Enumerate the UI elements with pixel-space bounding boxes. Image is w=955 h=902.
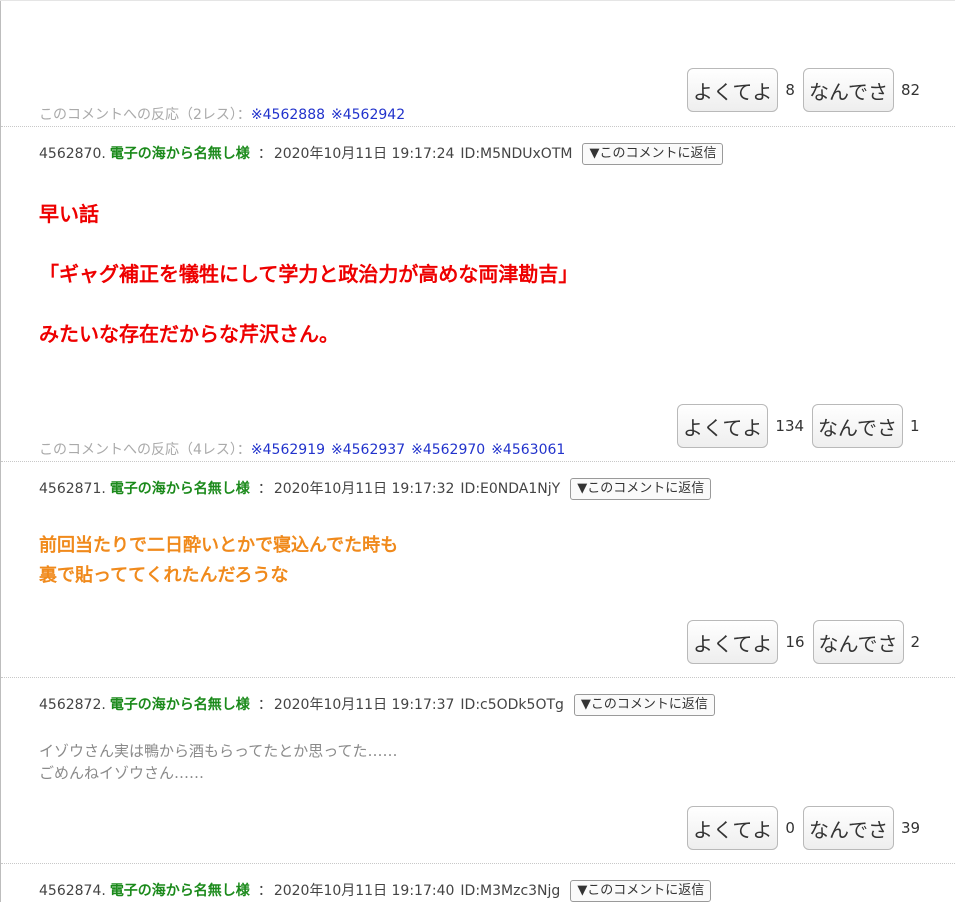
good-count: 0 [785, 819, 795, 837]
comment-author: 電子の海から名無し様 [109, 697, 250, 713]
bad-count: 1 [910, 417, 920, 435]
comment-id: ID:E0NDA1NjY [460, 481, 561, 497]
comment-header: 4562872. 電子の海から名無し様 ： 2020年10月11日 19:17:37 I… [39, 694, 715, 716]
bad-button[interactable]: なんでさ [802, 806, 894, 850]
comment-divider [1, 677, 955, 678]
reaction-link[interactable]: ※4562937 [331, 442, 405, 458]
comment-divider [1, 126, 955, 127]
reaction-link[interactable]: ※4562888 [251, 107, 325, 123]
comment-date: 2020年10月11日 19:17:40 [273, 883, 455, 899]
comment-text-line: イゾウさん実は鴨から酒もらってたとか思ってた…… [39, 742, 398, 760]
bad-button[interactable]: なんでさ [812, 620, 904, 664]
comment-header: 4562870. 電子の海から名無し様 ： 2020年10月11日 19:17:24 I… [39, 143, 724, 165]
comment-date: 2020年10月11日 19:17:32 [273, 481, 455, 497]
comment-number: 4562872. [39, 697, 106, 713]
bad-count: 39 [900, 819, 921, 837]
bad-count: 82 [900, 81, 921, 99]
reaction-label: このコメントへの反応（4レス）： [39, 442, 251, 458]
page-left-border [0, 0, 1, 902]
bad-button[interactable]: なんでさ [812, 404, 904, 448]
header-separator: ： [257, 481, 272, 497]
comment-date: 2020年10月11日 19:17:24 [273, 146, 455, 162]
comment-text-line: 「ギャグ補正を犠牲にして学力と政治力が高めな両津勘吉」 [39, 262, 579, 286]
comment-number: 4562870. [39, 146, 106, 162]
reply-button[interactable]: ▼このコメントに返信 [573, 694, 715, 716]
comment-divider [1, 863, 955, 864]
comment-number: 4562874. [39, 883, 106, 899]
vote-bar: よくてよ 16 なんでさ 2 [687, 620, 920, 664]
header-separator: ： [257, 883, 272, 899]
comment-header: 4562874. 電子の海から名無し様 ： 2020年10月11日 19:17:40 I… [39, 880, 712, 902]
reaction-links: このコメントへの反応（4レス）：※4562919 ※4562937 ※4562970… [39, 441, 565, 459]
bad-count: 2 [910, 633, 921, 651]
reply-button[interactable]: ▼このコメントに返信 [570, 478, 712, 500]
reaction-label: このコメントへの反応（2レス）： [39, 107, 251, 123]
comment-divider [1, 461, 955, 462]
good-button[interactable]: よくてよ [677, 404, 769, 448]
comment-date: 2020年10月11日 19:17:37 [273, 697, 455, 713]
comment-text-line: 早い話 [39, 202, 99, 226]
vote-bar: よくてよ 8 なんでさ 82 [687, 68, 920, 112]
good-button[interactable]: よくてよ [687, 620, 779, 664]
reaction-link[interactable]: ※4562970 [411, 442, 485, 458]
bad-button[interactable]: なんでさ [802, 68, 894, 112]
reaction-link[interactable]: ※4563061 [491, 442, 565, 458]
comment-id: ID:M5NDUxOTM [460, 146, 573, 162]
header-separator: ： [257, 697, 272, 713]
comment-author: 電子の海から名無し様 [109, 481, 250, 497]
reply-button[interactable]: ▼このコメントに返信 [570, 880, 712, 902]
header-separator: ： [257, 146, 272, 162]
reply-button[interactable]: ▼このコメントに返信 [582, 143, 724, 165]
good-button[interactable]: よくてよ [687, 806, 779, 850]
good-count: 134 [775, 417, 805, 435]
reaction-link[interactable]: ※4562942 [331, 107, 405, 123]
comment-author: 電子の海から名無し様 [109, 146, 250, 162]
vote-bar: よくてよ 0 なんでさ 39 [687, 806, 920, 850]
reaction-links: このコメントへの反応（2レス）：※4562888 ※4562942 [39, 106, 405, 124]
comment-header: 4562871. 電子の海から名無し様 ： 2020年10月11日 19:17:32 I… [39, 478, 712, 500]
comment-id: ID:M3Mzc3Njg [460, 883, 561, 899]
good-count: 8 [785, 81, 795, 99]
good-count: 16 [785, 633, 805, 651]
comment-text-line: 前回当たりで二日酔いとかで寝込んでた時も [39, 535, 399, 556]
page-top-border [0, 0, 955, 1]
comment-number: 4562871. [39, 481, 106, 497]
comment-text-line: ごめんねイゾウさん…… [39, 764, 205, 782]
reaction-link[interactable]: ※4562919 [251, 442, 325, 458]
good-button[interactable]: よくてよ [687, 68, 779, 112]
comment-text-line: みたいな存在だからな芹沢さん。 [39, 322, 339, 346]
vote-bar: よくてよ 134 なんでさ 1 [677, 404, 920, 448]
comment-text-line: 裏で貼っててくれたんだろうな [39, 565, 289, 586]
comment-id: ID:c5ODk5OTg [460, 697, 564, 713]
comment-author: 電子の海から名無し様 [109, 883, 250, 899]
